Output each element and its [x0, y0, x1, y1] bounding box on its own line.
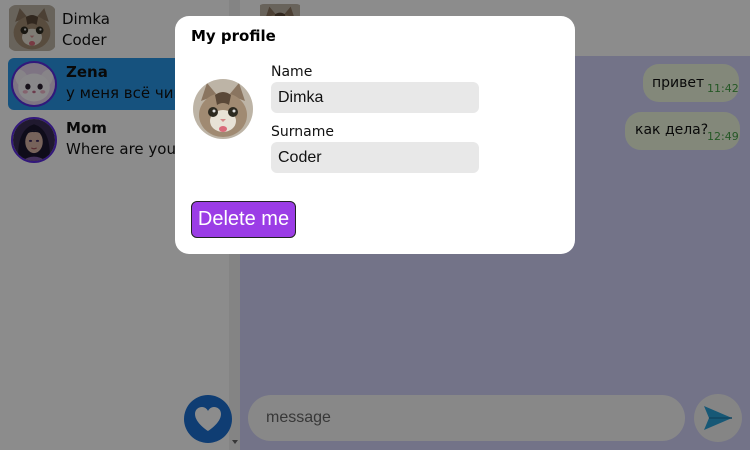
delete-me-button[interactable]: Delete me: [191, 201, 296, 238]
name-input[interactable]: [271, 82, 479, 113]
profile-modal: My profile Name Surname Delete me: [175, 16, 575, 254]
surname-label: Surname: [271, 124, 334, 140]
surname-input[interactable]: [271, 142, 479, 173]
name-label: Name: [271, 64, 313, 80]
modal-title: My profile: [191, 27, 276, 45]
profile-avatar[interactable]: [193, 79, 253, 139]
